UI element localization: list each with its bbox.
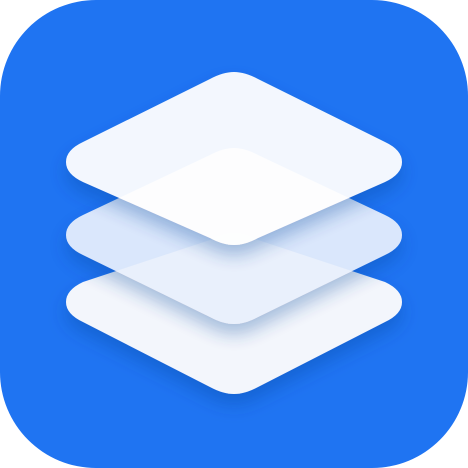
layers-icon — [0, 0, 468, 468]
canvas — [0, 0, 468, 468]
app-icon[interactable] — [0, 0, 468, 468]
